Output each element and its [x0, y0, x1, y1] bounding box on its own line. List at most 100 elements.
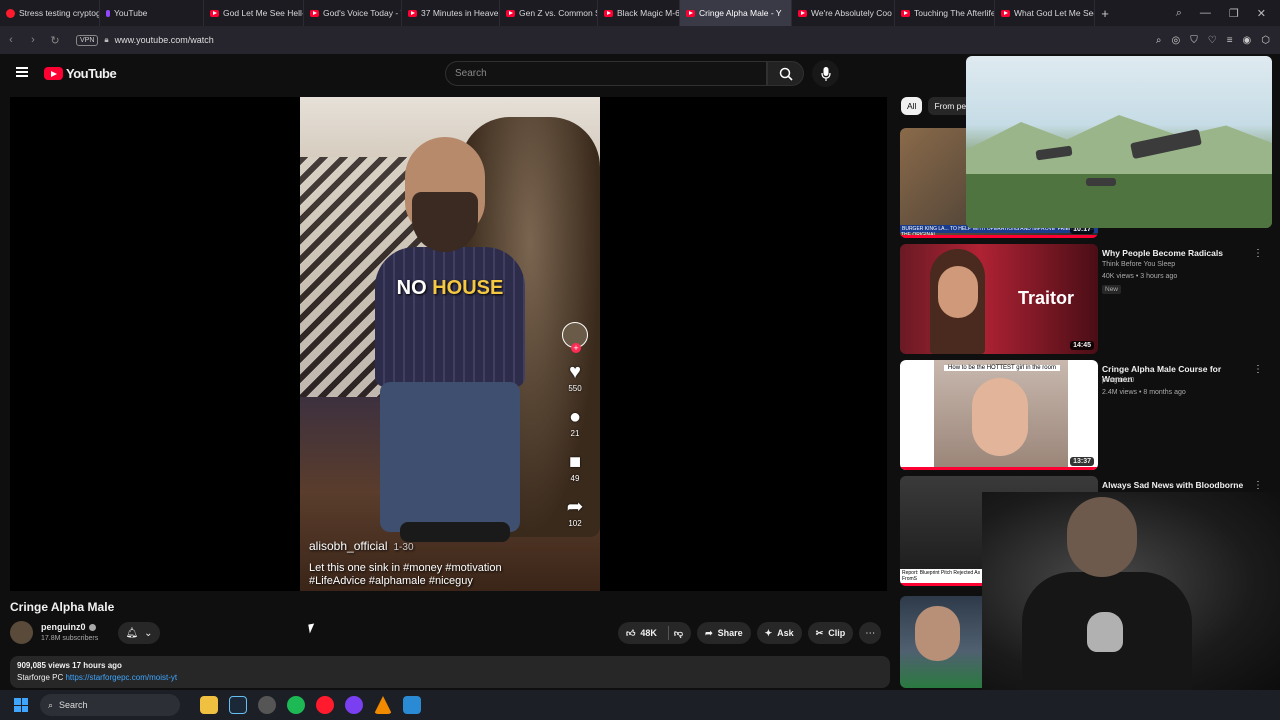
description-box[interactable]: 909,085 views 17 hours ago Starforge PC …	[10, 656, 890, 688]
recommendation-item[interactable]: How to be the HOTTEST girl in the room 1…	[900, 360, 1280, 472]
back-button[interactable]: ‹	[0, 34, 22, 46]
settings-gear-icon[interactable]	[258, 696, 276, 714]
recommendation-title[interactable]: Always Sad News with Bloodborne	[1102, 480, 1252, 490]
thumbs-down-icon[interactable]: 👎︎	[674, 628, 683, 639]
search-icon	[779, 67, 793, 81]
recommendation-menu-button[interactable]: ⋮	[1253, 364, 1263, 375]
url-field[interactable]: www.youtube.com/watch	[115, 35, 214, 45]
close-window-button[interactable]: ✕	[1257, 7, 1266, 20]
camera-icon[interactable]: ◎	[1171, 35, 1180, 46]
tiktok-share-count: 102	[568, 519, 582, 528]
recommendation-channel[interactable]: penguinz0	[1102, 377, 1134, 384]
youtube-logo[interactable]: YouTube	[44, 66, 117, 81]
shield-icon[interactable]: ⛉	[1190, 35, 1198, 46]
app-icon[interactable]	[403, 696, 421, 714]
recommendation-item[interactable]: Traitor 14:45 Why People Become Radicals…	[900, 244, 1280, 356]
channel-name-text: penguinz0	[41, 622, 86, 632]
channel-name[interactable]: penguinz0	[41, 622, 96, 632]
twitch-favicon-icon	[106, 9, 110, 17]
caption-word-2: HOUSE	[432, 277, 504, 299]
tab-label: We're Absolutely Coo	[811, 8, 892, 18]
steam-icon[interactable]	[229, 696, 247, 714]
youtube-logo-text: YouTube	[66, 66, 117, 81]
search-icon: ⌕	[48, 699, 54, 710]
tab-label: Gen Z vs. Common Se	[519, 8, 598, 18]
picture-in-picture-overlay[interactable]	[966, 56, 1272, 228]
lock-icon[interactable]: 🔒︎	[104, 35, 108, 45]
browser-tab[interactable]: Stress testing cryptog	[0, 0, 100, 26]
taskbar-search[interactable]: ⌕ Search	[40, 694, 180, 716]
browser-tab[interactable]: Gen Z vs. Common Se	[500, 0, 598, 26]
profile-icon[interactable]: ◉	[1243, 35, 1252, 46]
spotify-icon[interactable]	[287, 696, 305, 714]
tab-label: What God Let Me See	[1014, 8, 1095, 18]
search-button[interactable]	[767, 61, 804, 86]
recommendation-menu-button[interactable]: ⋮	[1253, 248, 1263, 259]
heart-icon[interactable]: ♡	[1208, 35, 1217, 46]
like-button[interactable]: 👍︎ 48K 👎︎	[618, 622, 692, 644]
address-bar: ‹ › ↻ VPN 🔒︎ www.youtube.com/watch ⌕ ◎ ⛉…	[0, 26, 1280, 54]
search-input[interactable]: Search	[445, 61, 767, 86]
browser-tab[interactable]: What God Let Me See	[995, 0, 1095, 26]
more-actions-button[interactable]: ⋯	[859, 622, 882, 644]
browser-tab[interactable]: God's Voice Today - Y	[304, 0, 402, 26]
recommendation-meta: 2.4M views • 8 months ago	[1102, 389, 1186, 396]
window-controls: ⌕ — ❐ ✕	[1176, 7, 1280, 20]
browser-tab[interactable]: Black Magic M-66	[598, 0, 680, 26]
browser-tab[interactable]: We're Absolutely Coo	[792, 0, 895, 26]
search-icon[interactable]: ⌕	[1156, 35, 1162, 46]
maximize-button[interactable]: ❐	[1229, 7, 1239, 20]
ask-label: Ask	[777, 628, 794, 638]
ask-button[interactable]: ✦ Ask	[756, 622, 802, 644]
tiktok-description: Let this one sink in #money #motivation …	[309, 562, 502, 587]
search-tabs-icon[interactable]: ⌕	[1176, 7, 1182, 20]
voice-search-button[interactable]	[812, 60, 839, 87]
windows-start-icon[interactable]	[14, 698, 28, 712]
duration-badge: 13:37	[1070, 457, 1094, 466]
file-explorer-icon[interactable]	[200, 696, 218, 714]
recommendation-thumbnail[interactable]: Traitor 14:45	[900, 244, 1098, 354]
vpn-badge[interactable]: VPN	[76, 34, 99, 46]
channel-avatar[interactable]	[10, 621, 33, 644]
browser-tab[interactable]: Cringe Alpha Male - Y	[680, 0, 792, 26]
menu-icon[interactable]: ≡	[1227, 35, 1233, 46]
recommendation-title[interactable]: Why People Become Radicals	[1102, 248, 1252, 258]
minimize-button[interactable]: —	[1200, 7, 1211, 20]
youtube-favicon-icon	[686, 9, 695, 17]
forward-button[interactable]: ›	[22, 34, 44, 46]
video-frame[interactable]: NO HOUSE + ♥ 550 ● 21 ■ 49 ➦ 102 alisobh…	[300, 97, 600, 591]
tab-label: Stress testing cryptog	[19, 8, 100, 18]
app-icon[interactable]	[345, 696, 363, 714]
browser-tab-bar: Stress testing cryptog YouTube God Let Me …	[0, 0, 1280, 26]
browser-tab[interactable]: God Let Me See Hell-	[204, 0, 304, 26]
follow-plus-icon: +	[571, 343, 581, 353]
sponsor-link[interactable]: https://starforgepc.com/moist-yt	[65, 673, 177, 682]
browser-tab[interactable]: YouTube	[100, 0, 204, 26]
browser-tab[interactable]: 37 Minutes in Heaven	[402, 0, 500, 26]
chip-all[interactable]: All	[901, 97, 923, 115]
new-tab-button[interactable]: +	[1095, 6, 1115, 21]
vlc-icon[interactable]	[374, 696, 392, 714]
clip-button[interactable]: ✂ Clip	[807, 622, 854, 644]
youtube-favicon-icon	[798, 9, 807, 17]
recommendation-channel[interactable]: Think Before You Sleep	[1102, 261, 1175, 268]
extension-icon[interactable]: ⬡	[1261, 35, 1270, 46]
webcam-overlay	[982, 492, 1280, 692]
share-button[interactable]: ➦ Share	[697, 622, 751, 644]
reload-button[interactable]: ↻	[44, 34, 66, 47]
share-icon: ➦	[705, 627, 713, 638]
opera-icon[interactable]	[316, 696, 334, 714]
video-person-jeans	[380, 382, 520, 532]
tab-label: Black Magic M-66	[617, 8, 680, 18]
recommendation-menu-button[interactable]: ⋮	[1253, 480, 1263, 491]
video-person-shirt	[375, 247, 525, 387]
tiktok-side-actions: + ♥ 550 ● 21 ■ 49 ➦ 102	[562, 322, 588, 528]
thumbnail-overlay-text: Traitor	[1018, 288, 1075, 308]
thumbnail-face	[972, 378, 1028, 456]
subscription-bell-button[interactable]: 🔔︎ ⌄	[118, 622, 160, 644]
video-player[interactable]: NO HOUSE + ♥ 550 ● 21 ■ 49 ➦ 102 alisobh…	[10, 97, 887, 591]
recommendation-thumbnail[interactable]: How to be the HOTTEST girl in the room 1…	[900, 360, 1098, 470]
mouse-cursor	[308, 623, 316, 634]
browser-tab[interactable]: Touching The Afterlife	[895, 0, 995, 26]
guide-menu-icon[interactable]	[16, 67, 28, 77]
